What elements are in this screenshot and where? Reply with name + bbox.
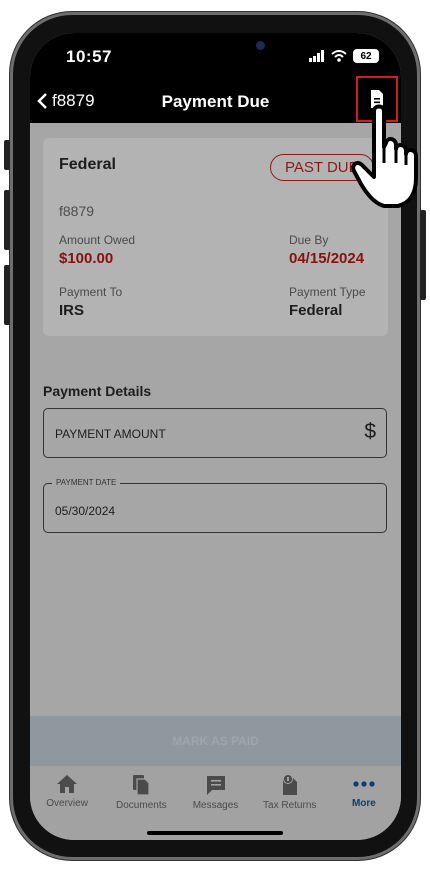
payment-card: Federal PAST DUE f8879 Amount Owed $100.… bbox=[43, 138, 388, 336]
content-area: Federal PAST DUE f8879 Amount Owed $100.… bbox=[30, 123, 401, 728]
tab-label: Documents bbox=[116, 800, 167, 811]
payment-date-label: PAYMENT DATE bbox=[52, 478, 121, 487]
wifi-icon bbox=[331, 50, 347, 62]
tab-bar: Overview Documents Messages Tax Returns … bbox=[30, 766, 401, 840]
side-button bbox=[4, 265, 10, 325]
tab-documents[interactable]: Documents bbox=[104, 766, 178, 840]
status-time: 10:57 bbox=[66, 47, 112, 66]
tab-more[interactable]: More bbox=[327, 766, 401, 840]
notch bbox=[114, 33, 317, 64]
status-icons: 62 bbox=[309, 49, 379, 63]
payment-to-label: Payment To bbox=[59, 285, 123, 299]
tab-label: Tax Returns bbox=[263, 800, 317, 811]
section-title: Payment Details bbox=[43, 383, 152, 399]
pointing-hand-icon bbox=[351, 104, 418, 208]
amount-owed-value: $100.00 bbox=[59, 250, 114, 267]
status-bar: 10:57 62 bbox=[30, 33, 401, 83]
payment-date-value: 05/30/2024 bbox=[55, 504, 116, 518]
page-title: Payment Due bbox=[161, 92, 270, 111]
dollar-icon: $ bbox=[364, 420, 376, 443]
camera-icon bbox=[256, 41, 265, 50]
home-icon bbox=[57, 775, 78, 793]
documents-icon bbox=[133, 775, 150, 796]
signal-icon bbox=[309, 50, 324, 62]
tab-label: Overview bbox=[46, 798, 88, 809]
tab-overview[interactable]: Overview bbox=[30, 766, 104, 840]
more-icon bbox=[353, 781, 375, 787]
payment-type-label: Payment Type bbox=[289, 285, 366, 299]
payment-type-value: Federal bbox=[289, 302, 343, 319]
battery-icon: 62 bbox=[353, 49, 379, 63]
payment-amount-input[interactable]: PAYMENT AMOUNT $ bbox=[43, 408, 387, 458]
tab-label: More bbox=[351, 798, 376, 809]
tab-label: Messages bbox=[192, 800, 239, 811]
tab-messages[interactable]: Messages bbox=[178, 766, 252, 840]
payment-amount-placeholder: PAYMENT AMOUNT bbox=[55, 427, 166, 441]
side-button bbox=[4, 140, 10, 170]
card-title: Federal bbox=[59, 156, 116, 173]
nav-bar: f8879 Payment Due bbox=[30, 76, 401, 123]
form-code: f8879 bbox=[59, 203, 95, 219]
home-indicator bbox=[147, 831, 283, 835]
messages-icon bbox=[206, 776, 225, 795]
payment-date-input[interactable]: PAYMENT DATE 05/30/2024 bbox=[43, 478, 387, 533]
due-by-value: 04/15/2024 bbox=[289, 250, 365, 267]
phone-screen: 10:57 62 f8879 Payment Due Federal PAST … bbox=[30, 33, 401, 840]
side-button bbox=[4, 190, 10, 250]
tax-returns-icon bbox=[282, 774, 297, 795]
mark-as-paid-button[interactable]: MARK AS PAID bbox=[30, 716, 401, 766]
payment-to-value: IRS bbox=[59, 302, 85, 319]
side-button bbox=[420, 210, 426, 300]
tab-tax-returns[interactable]: Tax Returns bbox=[253, 766, 327, 840]
amount-owed-label: Amount Owed bbox=[59, 233, 136, 247]
due-by-label: Due By bbox=[289, 233, 329, 247]
